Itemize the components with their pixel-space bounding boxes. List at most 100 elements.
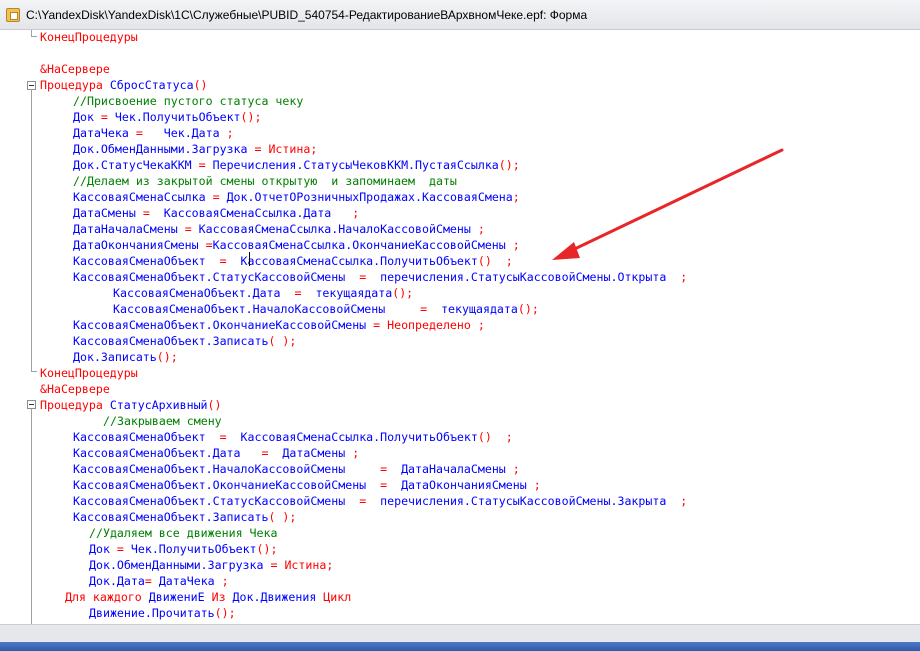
code-line[interactable]: ДатаНачалаСмены = КассоваяСменаСсылка.На…: [73, 221, 485, 237]
window-title-bar[interactable]: C:\YandexDisk\YandexDisk\1С\Служебные\PU…: [0, 0, 920, 30]
code-line[interactable]: Для каждого ДвижениЕ Из Док.Движения Цик…: [65, 589, 351, 605]
identifier-token: КассоваяСменаОбъект.Записать: [73, 334, 269, 348]
code-line[interactable]: КассоваяСменаОбъект = КассоваяСменаСсылк…: [73, 253, 513, 269]
operator-token: =: [142, 206, 164, 220]
code-line[interactable]: Движение.Прочитать();: [89, 605, 236, 621]
operator-token: =: [205, 238, 213, 252]
code-line[interactable]: Док.Дата= ДатаЧека ;: [89, 573, 229, 589]
identifier-token: Перечисления.СтатусыЧековККМ.ПустаяСсылк…: [212, 158, 499, 172]
directive-token: &НаСервере: [40, 62, 110, 76]
operator-token: =: [135, 126, 164, 140]
code-line[interactable]: КассоваяСменаОбъект.НачалоКассовойСмены …: [113, 301, 539, 317]
code-line[interactable]: КонецПроцедуры: [40, 365, 138, 381]
code-line[interactable]: КассоваяСменаОбъект.НачалоКассовойСмены …: [73, 461, 520, 477]
operator-token: =: [294, 286, 316, 300]
code-line[interactable]: КассоваяСменаОбъект.ОкончаниеКассовойСме…: [73, 317, 485, 333]
identifier-token: Док.Движения: [232, 590, 324, 604]
punctuation-token: (): [193, 78, 208, 92]
code-line[interactable]: //Закрываем смену: [103, 413, 222, 429]
code-line[interactable]: КонецПроцедуры: [40, 30, 138, 45]
code-line[interactable]: Док = Чек.ПолучитьОбъект();: [89, 541, 277, 557]
punctuation-token: ;: [533, 478, 541, 492]
identifier-token: ДатаОкончанияСмены: [73, 238, 206, 252]
punctuation-token: ();: [214, 606, 236, 620]
punctuation-token: () ;: [477, 254, 513, 268]
horizontal-scrollbar[interactable]: [0, 624, 920, 642]
code-line[interactable]: КассоваяСменаОбъект.СтатусКассовойСмены …: [73, 269, 687, 285]
identifier-token: текущаядата: [441, 302, 518, 316]
code-line[interactable]: Док.СтатусЧекаККМ = Перечисления.Статусы…: [73, 157, 520, 173]
code-line[interactable]: КассоваяСменаСсылка = Док.ОтчетОРозничны…: [73, 189, 520, 205]
fold-toggle-icon[interactable]: [27, 400, 36, 409]
keyword-token: Цикл: [323, 590, 352, 604]
identifier-token: Док.ОтчетОРозничныхПродажах.КассоваяСмен…: [226, 190, 513, 204]
identifier-token: КассоваяСменаСсылка.ПолучитьОбъект: [240, 254, 478, 268]
identifier-token: КассоваяСменаОбъект.Дата: [73, 446, 262, 460]
punctuation-token: ();: [156, 350, 178, 364]
identifier-token: КассоваяСменаСсылка.ПолучитьОбъект: [240, 430, 478, 444]
punctuation-token: ();: [517, 302, 539, 316]
identifier-token: ДатаЧека: [73, 126, 136, 140]
identifier-token: КассоваяСменаОбъект.СтатусКассовойСмены: [73, 494, 360, 508]
identifier-token: перечисления.СтатусыКассовойСмены.Закрыт…: [380, 494, 681, 508]
identifier-token: Док.ОбменДанными.Загрузка: [89, 558, 271, 572]
identifier-token: ДатаЧека: [158, 574, 222, 588]
operator-token: =: [380, 478, 402, 492]
identifier-token: Док: [89, 542, 117, 556]
identifier-token: ДатаНачалаСмены: [401, 462, 513, 476]
identifier-token: Чек.ПолучитьОбъект: [114, 110, 241, 124]
comment-token: //Делаем из закрытой смены открытую и за…: [73, 174, 457, 188]
punctuation-token: ( );: [268, 510, 297, 524]
text-caret: [249, 252, 250, 266]
code-line[interactable]: Док.ОбменДанными.Загрузка = Истина;: [73, 141, 317, 157]
code-line[interactable]: //Делаем из закрытой смены открытую и за…: [73, 173, 457, 189]
operator-token: =: [184, 222, 199, 236]
code-line[interactable]: //Присвоение пустого статуса чеку: [73, 93, 303, 109]
punctuation-token: ;: [226, 126, 234, 140]
code-line[interactable]: Процедура СтатусАрхивный(): [40, 397, 222, 413]
identifier-token: Чек.Дата: [163, 126, 227, 140]
code-line[interactable]: ДатаОкончанияСмены =КассоваяСменаСсылка.…: [73, 237, 520, 253]
code-line[interactable]: КассоваяСменаОбъект.Дата = ДатаСмены ;: [73, 445, 359, 461]
code-line[interactable]: //Удаляем все движения Чека: [89, 525, 277, 541]
code-line[interactable]: &НаСервере: [40, 381, 110, 397]
procedure-name: СтатусАрхивный: [109, 398, 208, 412]
code-line[interactable]: КассоваяСменаОбъект = КассоваяСменаСсылк…: [73, 429, 513, 445]
code-editor[interactable]: КонецПроцедуры &НаСервере Процедура Сбро…: [0, 30, 920, 624]
identifier-token: Док.Записать: [73, 350, 157, 364]
punctuation-token: () ;: [477, 430, 513, 444]
identifier-token: КассоваяСменаОбъект.ОкончаниеКассовойСме…: [73, 318, 374, 332]
identifier-token: Док.СтатусЧекаККМ: [73, 158, 199, 172]
code-line[interactable]: КассоваяСменаОбъект.СтатусКассовойСмены …: [73, 493, 687, 509]
identifier-token: КассоваяСменаОбъект.НачалоКассовойСмены: [113, 302, 421, 316]
code-line[interactable]: КассоваяСменаОбъект.Дата = текущаядата()…: [113, 285, 413, 301]
punctuation-token: ();: [256, 542, 278, 556]
identifier-token: Движение.Прочитать: [89, 606, 215, 620]
punctuation-token: ;: [512, 462, 520, 476]
keyword-token: Процедура: [40, 398, 110, 412]
code-line[interactable]: КассоваяСменаОбъект.Записать( );: [73, 509, 296, 525]
arrow-head: [552, 242, 580, 260]
operator-token: =: [100, 110, 115, 124]
punctuation-token: ;: [512, 190, 520, 204]
keyword-token: Из: [211, 590, 233, 604]
punctuation-token: ;: [477, 222, 485, 236]
taskbar-strip: [0, 642, 920, 651]
code-line[interactable]: &НаСервере: [40, 61, 110, 77]
operator-token: =: [380, 462, 402, 476]
identifier-token: КассоваяСменаОбъект: [73, 430, 220, 444]
comment-token: //Закрываем смену: [103, 414, 222, 428]
code-line[interactable]: ДатаСмены = КассоваяСменаСсылка.Дата ;: [73, 205, 359, 221]
code-line[interactable]: Док = Чек.ПолучитьОбъект();: [73, 109, 261, 125]
code-line[interactable]: КассоваяСменаОбъект.ОкончаниеКассовойСме…: [73, 477, 541, 493]
identifier-token: КассоваяСменаОбъект.Записать: [73, 510, 269, 524]
keyword-token: Процедура: [40, 78, 110, 92]
code-line[interactable]: КассоваяСменаОбъект.Записать( );: [73, 333, 296, 349]
code-line[interactable]: ДатаЧека = Чек.Дата ;: [73, 125, 234, 141]
procedure-name: СбросСтатуса: [109, 78, 194, 92]
code-line[interactable]: Процедура СбросСтатуса(): [40, 77, 208, 93]
operator-token: =: [144, 574, 159, 588]
code-line[interactable]: Док.Записать();: [73, 349, 178, 365]
code-line[interactable]: Док.ОбменДанными.Загрузка = Истина;: [89, 557, 333, 573]
punctuation-token: (): [207, 398, 222, 412]
